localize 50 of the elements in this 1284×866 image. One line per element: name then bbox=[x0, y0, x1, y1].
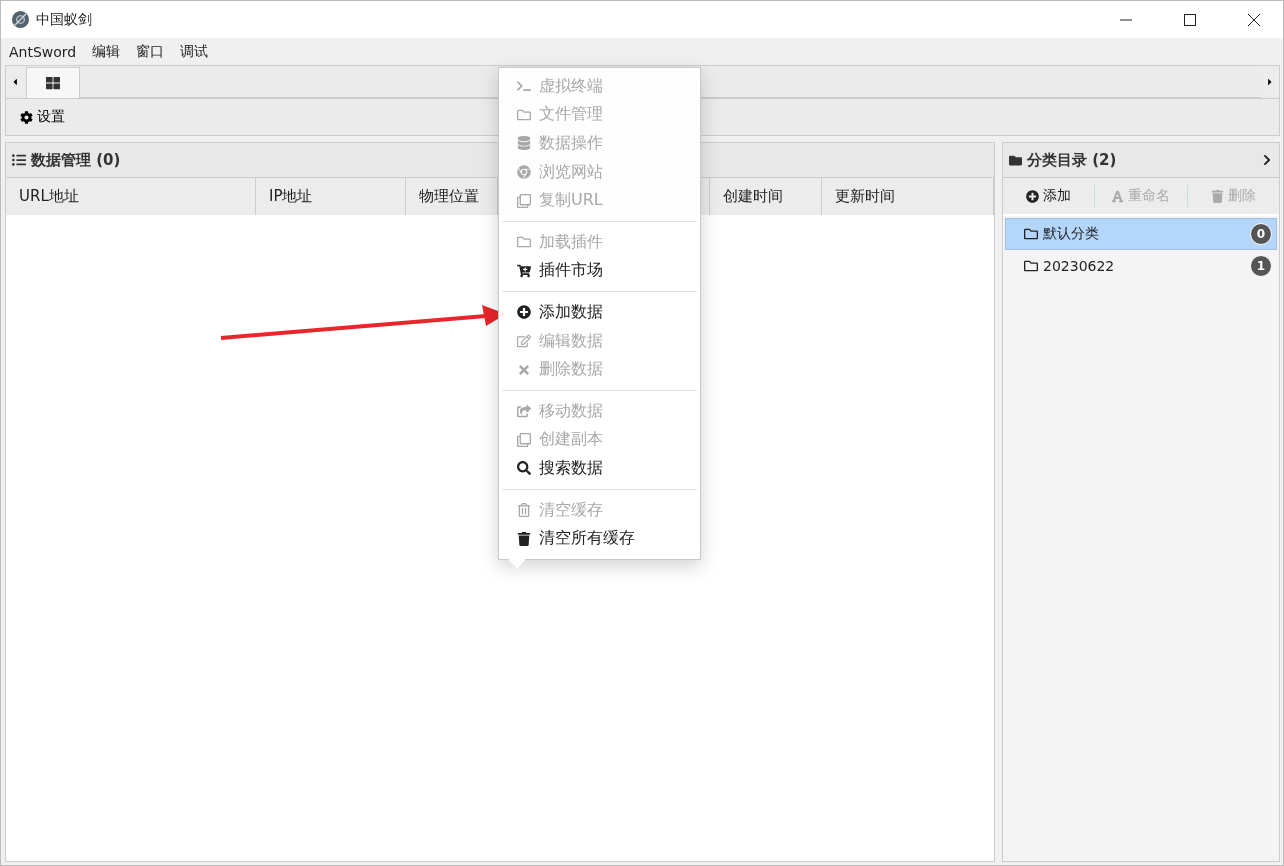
share-icon bbox=[516, 404, 531, 419]
list-icon bbox=[12, 153, 26, 167]
panel-title: 分类目录 (2) bbox=[1027, 150, 1118, 170]
menu-item[interactable]: 窗口 bbox=[136, 42, 165, 61]
trash-icon bbox=[1210, 189, 1224, 203]
column-header[interactable]: IP地址 bbox=[256, 178, 406, 215]
menu-item[interactable]: AntSword bbox=[9, 43, 77, 60]
window-title: 中国蚁剑 bbox=[36, 10, 93, 29]
category-item[interactable]: 默认分类 0 bbox=[1005, 218, 1277, 250]
trash-icon bbox=[516, 503, 531, 517]
folder-icon bbox=[1009, 153, 1022, 167]
context-menu-item[interactable]: 清空所有缓存 bbox=[499, 524, 700, 553]
context-menu-item[interactable]: 搜索数据 bbox=[499, 454, 700, 483]
database-icon bbox=[516, 136, 531, 151]
folder-icon bbox=[1024, 227, 1038, 241]
menu-item[interactable]: 调试 bbox=[180, 42, 209, 61]
grid-icon bbox=[46, 76, 60, 90]
search-icon bbox=[516, 461, 531, 476]
browser-icon bbox=[516, 165, 531, 180]
count-badge: 1 bbox=[1250, 255, 1272, 277]
folder-icon bbox=[1024, 259, 1038, 273]
menu-item[interactable]: 编辑 bbox=[92, 42, 121, 61]
context-menu-item[interactable]: 插件市场 bbox=[499, 256, 700, 286]
edit-icon bbox=[516, 334, 531, 349]
folder-icon bbox=[516, 235, 531, 250]
column-header[interactable]: 更新时间 bbox=[822, 178, 994, 215]
copy-icon bbox=[516, 193, 531, 208]
copy-icon bbox=[516, 432, 531, 447]
context-menu-item[interactable]: 添加数据 bbox=[499, 298, 700, 327]
tab[interactable] bbox=[26, 67, 80, 98]
column-header[interactable]: URL地址 bbox=[6, 178, 256, 215]
chevron-right-icon[interactable] bbox=[1261, 154, 1273, 166]
panel-title: 数据管理 (0) bbox=[31, 150, 122, 170]
cross-icon bbox=[516, 362, 531, 377]
close-icon bbox=[1248, 13, 1260, 26]
column-header[interactable]: 创建时间 bbox=[710, 178, 822, 215]
category-item[interactable]: 20230622 1 bbox=[1005, 250, 1277, 282]
letter-icon bbox=[1111, 189, 1125, 203]
settings-button[interactable]: 设置 bbox=[20, 108, 65, 126]
app-logo-icon bbox=[11, 10, 30, 29]
terminal-icon bbox=[516, 79, 531, 94]
cart-icon bbox=[516, 263, 531, 278]
count-badge: 0 bbox=[1250, 223, 1272, 245]
action-button[interactable]: 添加 bbox=[1003, 185, 1096, 207]
category-label: 默认分类 bbox=[1043, 225, 1100, 243]
folder-icon bbox=[516, 107, 531, 122]
gear-icon bbox=[20, 110, 33, 124]
category-label: 20230622 bbox=[1043, 258, 1116, 274]
trash-icon bbox=[516, 531, 531, 546]
maximize-icon bbox=[1184, 13, 1196, 26]
